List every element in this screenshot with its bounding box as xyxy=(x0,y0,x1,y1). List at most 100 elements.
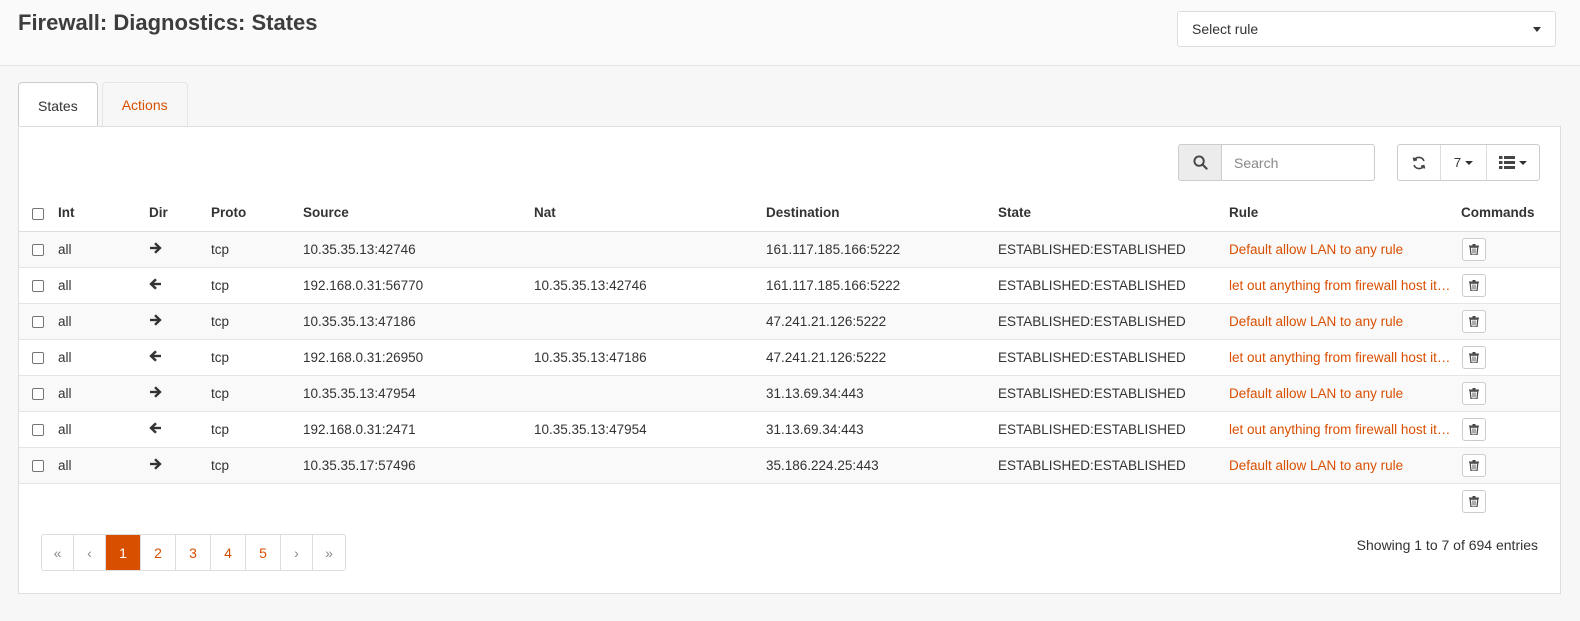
trash-icon xyxy=(1469,243,1479,255)
table-row[interactable]: all tcp 10.35.35.17:57496 35.186.224.25:443… xyxy=(19,447,1560,484)
footer-spacer xyxy=(19,483,1461,519)
rule-link[interactable]: Default allow LAN to any rule xyxy=(1229,458,1403,473)
cell-source: 192.168.0.31:56770 xyxy=(303,267,534,304)
page-next[interactable]: › xyxy=(281,535,313,570)
cell-state: ESTABLISHED:ESTABLISHED xyxy=(998,447,1229,484)
cell-destination: 47.241.21.126:5222 xyxy=(766,339,998,376)
table-row[interactable]: all tcp 10.35.35.13:47186 47.241.21.126:522… xyxy=(19,303,1560,340)
tab-actions[interactable]: Actions xyxy=(101,82,188,127)
search-button[interactable] xyxy=(1178,144,1222,181)
arrow-left-icon xyxy=(149,277,161,290)
cell-state: ESTABLISHED:ESTABLISHED xyxy=(998,267,1229,304)
select-all-checkbox[interactable] xyxy=(32,207,44,220)
chevron-down-icon xyxy=(1533,26,1541,32)
cell-commands xyxy=(1461,303,1560,340)
cell-proto: tcp xyxy=(211,447,303,484)
cell-proto: tcp xyxy=(211,339,303,376)
row-checkbox[interactable] xyxy=(32,459,44,472)
column-header-destination[interactable]: Destination xyxy=(766,195,998,232)
table-actions: 7 xyxy=(1397,144,1540,181)
column-header-dir[interactable]: Dir xyxy=(149,195,211,232)
column-header-nat[interactable]: Nat xyxy=(534,195,766,232)
cell-dir xyxy=(149,303,211,340)
tab-bar: States Actions xyxy=(18,82,192,128)
page-4[interactable]: 4 xyxy=(211,535,246,570)
row-select-cell xyxy=(19,411,58,448)
cell-nat: 10.35.35.13:47186 xyxy=(534,339,766,376)
column-header-proto[interactable]: Proto xyxy=(211,195,303,232)
row-checkbox[interactable] xyxy=(32,243,44,256)
cell-proto: tcp xyxy=(211,231,303,268)
cell-commands xyxy=(1461,339,1560,376)
page-2[interactable]: 2 xyxy=(141,535,176,570)
refresh-button[interactable] xyxy=(1398,145,1441,180)
arrow-left-icon xyxy=(149,349,161,362)
row-checkbox[interactable] xyxy=(32,351,44,364)
row-checkbox[interactable] xyxy=(32,423,44,436)
cell-proto: tcp xyxy=(211,411,303,448)
row-select-cell xyxy=(19,375,58,412)
delete-state-button[interactable] xyxy=(1462,273,1486,297)
states-panel: 7 Int Dir Proto Source Nat xyxy=(18,126,1561,594)
column-header-source[interactable]: Source xyxy=(303,195,534,232)
table-row[interactable]: all tcp 10.35.35.13:47954 31.13.69.34:443 ES… xyxy=(19,375,1560,412)
rule-select-value: Select rule xyxy=(1192,21,1259,37)
delete-state-button[interactable] xyxy=(1462,453,1486,477)
row-count-value: 7 xyxy=(1453,155,1462,170)
row-checkbox[interactable] xyxy=(32,279,44,292)
table-row[interactable]: all tcp 192.168.0.31:56770 10.35.35.13:4274… xyxy=(19,267,1560,304)
rule-link[interactable]: Default allow LAN to any rule xyxy=(1229,314,1403,329)
rule-link[interactable]: let out anything from firewall host itse… xyxy=(1229,278,1451,293)
cell-rule: let out anything from firewall host itse… xyxy=(1229,339,1461,376)
table-row[interactable]: all tcp 192.168.0.31:26950 10.35.35.13:4718… xyxy=(19,339,1560,376)
tab-states[interactable]: States xyxy=(18,82,98,128)
columns-dropdown[interactable] xyxy=(1487,145,1539,180)
delete-state-button[interactable] xyxy=(1462,345,1486,369)
row-checkbox[interactable] xyxy=(32,315,44,328)
delete-state-button[interactable] xyxy=(1462,417,1486,441)
trash-icon xyxy=(1469,351,1479,363)
row-checkbox[interactable] xyxy=(32,387,44,400)
cell-source: 10.35.35.13:47186 xyxy=(303,303,534,340)
cell-dir xyxy=(149,447,211,484)
cell-destination: 161.117.185.166:5222 xyxy=(766,267,998,304)
search-icon xyxy=(1192,155,1208,170)
row-select-cell xyxy=(19,339,58,376)
select-all-cell xyxy=(19,195,58,232)
rule-select[interactable]: Select rule xyxy=(1177,11,1556,47)
page-prev[interactable]: ‹ xyxy=(74,535,106,570)
cell-proto: tcp xyxy=(211,375,303,412)
page-last[interactable]: » xyxy=(313,535,345,570)
arrow-right-icon xyxy=(150,313,162,326)
delete-state-button[interactable] xyxy=(1462,381,1486,405)
cell-proto: tcp xyxy=(211,303,303,340)
row-count-dropdown[interactable]: 7 xyxy=(1441,145,1487,180)
page-5[interactable]: 5 xyxy=(246,535,281,570)
trash-icon xyxy=(1469,423,1479,435)
column-header-state[interactable]: State xyxy=(998,195,1229,232)
page-3[interactable]: 3 xyxy=(176,535,211,570)
rule-link[interactable]: Default allow LAN to any rule xyxy=(1229,386,1403,401)
page-1[interactable]: 1 xyxy=(106,535,141,570)
cell-nat xyxy=(534,447,766,484)
delete-state-button[interactable] xyxy=(1462,237,1486,261)
trash-icon xyxy=(1469,495,1479,507)
delete-state-button[interactable] xyxy=(1462,309,1486,333)
cell-commands xyxy=(1461,231,1560,268)
rule-link[interactable]: let out anything from firewall host itse… xyxy=(1229,350,1451,365)
delete-selected-button[interactable] xyxy=(1462,489,1486,513)
table-row[interactable]: all tcp 192.168.0.31:2471 10.35.35.13:47954… xyxy=(19,411,1560,448)
search-input[interactable] xyxy=(1222,144,1375,181)
cell-int: all xyxy=(58,339,149,376)
cell-destination: 31.13.69.34:443 xyxy=(766,411,998,448)
table-row[interactable]: all tcp 10.35.35.13:42746 161.117.185.166:5… xyxy=(19,231,1560,268)
column-header-int[interactable]: Int xyxy=(58,195,149,232)
rule-link[interactable]: Default allow LAN to any rule xyxy=(1229,242,1403,257)
chevron-down-icon xyxy=(1465,160,1474,165)
cell-source: 192.168.0.31:26950 xyxy=(303,339,534,376)
trash-icon xyxy=(1469,279,1479,291)
cell-destination: 161.117.185.166:5222 xyxy=(766,231,998,268)
page-first[interactable]: « xyxy=(42,535,74,570)
column-header-rule[interactable]: Rule xyxy=(1229,195,1461,232)
rule-link[interactable]: let out anything from firewall host itse… xyxy=(1229,422,1451,437)
